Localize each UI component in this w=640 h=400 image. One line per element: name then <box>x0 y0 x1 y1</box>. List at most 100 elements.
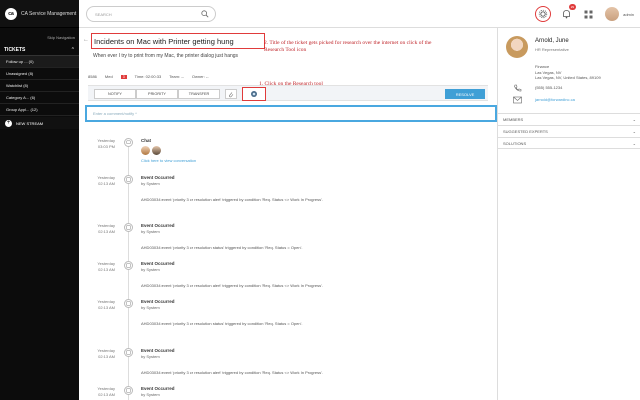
grid-menu-button[interactable] <box>581 7 595 21</box>
research-tool-button[interactable] <box>535 6 552 22</box>
event-title: Event Occurred <box>141 175 175 180</box>
event-icon <box>124 223 133 232</box>
priority-badge: 3 <box>120 74 127 79</box>
comment-input[interactable]: Enter a comment/notify * <box>85 105 497 122</box>
priority-button[interactable]: PRIORITY <box>136 89 178 99</box>
chat-agent-avatar <box>152 146 161 155</box>
event-text: AHD03034:event 'priority 3 cr resolution… <box>141 283 323 288</box>
user-avatar[interactable] <box>605 7 620 21</box>
priority-label: Med <box>104 74 113 79</box>
event-author: by System <box>141 181 160 186</box>
resolve-button[interactable]: RESOLVE <box>445 89 485 99</box>
research-icon <box>251 91 257 97</box>
search-input[interactable]: SEARCH <box>86 6 216 22</box>
chevron-down-icon: ⌄ <box>632 117 636 122</box>
event-icon <box>124 299 133 308</box>
ca-logo: ca <box>5 7 17 20</box>
event-icon <box>124 261 133 270</box>
back-arrow-icon[interactable]: ← <box>83 37 89 43</box>
event-date: Yesterday <box>97 386 115 391</box>
members-section[interactable]: MEMBERS ⌄ <box>498 113 640 125</box>
event-icon <box>124 175 133 184</box>
event-icon <box>124 386 133 395</box>
view-conversation-link[interactable]: Click here to view conversation <box>141 158 196 163</box>
left-sidebar: ca CA Service Management Skip Navigation… <box>0 0 79 400</box>
ticket-main: ← Incidents on Mac with Printer getting … <box>79 28 497 400</box>
ticket-time: Time: 02:00:33 <box>134 74 162 79</box>
attach-button[interactable] <box>225 89 237 99</box>
top-header: SEARCH 29 admin <box>79 0 640 28</box>
ticket-meta-row: 8586 Med 3 Time: 02:00:33 Team: -- Owner… <box>88 72 488 81</box>
chevron-up-icon: ⌃ <box>70 46 75 53</box>
search-placeholder: SEARCH <box>95 11 112 17</box>
suggested-experts-section[interactable]: SUGGESTED EXPERTS ⌄ <box>498 125 640 137</box>
skip-navigation-link[interactable]: Skip Navigation <box>0 32 79 42</box>
bell-icon <box>562 10 570 19</box>
contact-address: Las Vegas, NV, United States, 89109 <box>535 75 601 80</box>
solutions-label: SOLUTIONS <box>503 140 527 146</box>
envelope-icon <box>513 96 522 104</box>
notify-button[interactable]: NOTIFY <box>94 89 136 99</box>
members-label: MEMBERS <box>503 117 524 122</box>
contact-email[interactable]: jarnold@forwardinc.ca <box>535 97 575 102</box>
event-title: Event Occurred <box>141 299 175 304</box>
event-author: by System <box>141 392 160 397</box>
event-time: 02:13 AM <box>98 181 115 186</box>
event-date: Yesterday <box>97 223 115 228</box>
brand-bar: ca CA Service Management <box>0 0 79 28</box>
phone-icon <box>514 84 522 92</box>
user-name[interactable]: admin <box>623 12 634 17</box>
contact-name: Arnold, June <box>535 38 569 44</box>
event-time: 02:13 AM <box>98 392 115 397</box>
solutions-section[interactable]: SOLUTIONS ⌄ <box>498 137 640 149</box>
grid-icon <box>584 10 593 18</box>
contact-details: Finance Las Vegas, NV Las Vegas, NV, Uni… <box>535 64 601 81</box>
event-time: 02:13 AM <box>98 229 115 234</box>
sidebar-item-category[interactable]: Category A... (6) <box>0 92 79 104</box>
contact-avatar <box>506 36 528 58</box>
event-date: Yesterday <box>97 261 115 266</box>
tickets-label: TICKETS <box>4 46 26 53</box>
event-title: Event Occurred <box>141 348 175 353</box>
chevron-down-icon: ⌄ <box>632 129 636 134</box>
chevron-down-icon: ⌄ <box>632 140 636 146</box>
event-title: Chat <box>141 138 151 143</box>
product-name: CA Service Management <box>21 10 77 17</box>
sidebar-item-follow-up[interactable]: Follow up ... (0) <box>0 56 79 68</box>
event-time: 02:13 AM <box>98 305 115 310</box>
contact-role: HR Representative <box>535 47 569 52</box>
annotation-1: 1. Click on the Research tool <box>259 81 323 87</box>
ticket-owner[interactable]: Owner: -- <box>192 74 209 79</box>
ticket-description: When ever I try to print from my Mac, th… <box>93 53 239 59</box>
event-date: Yesterday <box>97 138 115 143</box>
event-author: by System <box>141 305 160 310</box>
ticket-id: 8586 <box>88 74 97 79</box>
new-stream-button[interactable]: + NEW STREAM <box>0 117 79 129</box>
ticket-title: Incidents on Mac with Printer getting hu… <box>91 33 265 49</box>
search-icon[interactable] <box>201 10 209 18</box>
event-date: Yesterday <box>97 175 115 180</box>
suggested-experts-label: SUGGESTED EXPERTS <box>503 129 548 134</box>
paperclip-icon <box>229 91 234 97</box>
contact-panel: Arnold, June HR Representative Finance L… <box>497 28 640 400</box>
sidebar-item-group[interactable]: Group Appl... (12) <box>0 104 79 116</box>
plus-icon: + <box>5 119 12 127</box>
contact-phone[interactable]: (555) 555-1234 <box>535 85 562 90</box>
ticket-team[interactable]: Team: -- <box>169 74 184 79</box>
tickets-section-header[interactable]: TICKETS ⌃ <box>0 44 79 56</box>
transfer-button[interactable]: TRANSFER <box>178 89 220 99</box>
event-author: by System <box>141 267 160 272</box>
gear-icon <box>538 9 548 19</box>
notification-count-badge: 29 <box>568 4 577 10</box>
sidebar-item-unassigned[interactable]: Unassigned (8) <box>0 68 79 80</box>
event-time: 03:03 PM <box>97 144 115 149</box>
event-author: by System <box>141 354 160 359</box>
sidebar-item-watchlist[interactable]: Watchlist (8) <box>0 80 79 92</box>
research-tool-icon-button[interactable] <box>242 87 266 101</box>
notifications-button[interactable]: 29 <box>559 4 577 21</box>
new-stream-label: NEW STREAM <box>16 120 44 126</box>
event-text: AHD03034:event 'priority 3 cr resolution… <box>141 370 323 375</box>
event-author: by System <box>141 229 160 234</box>
event-text: AHD03034:event 'priority 3 cr resolution… <box>141 245 303 250</box>
header-icons: 29 admin <box>527 4 634 22</box>
